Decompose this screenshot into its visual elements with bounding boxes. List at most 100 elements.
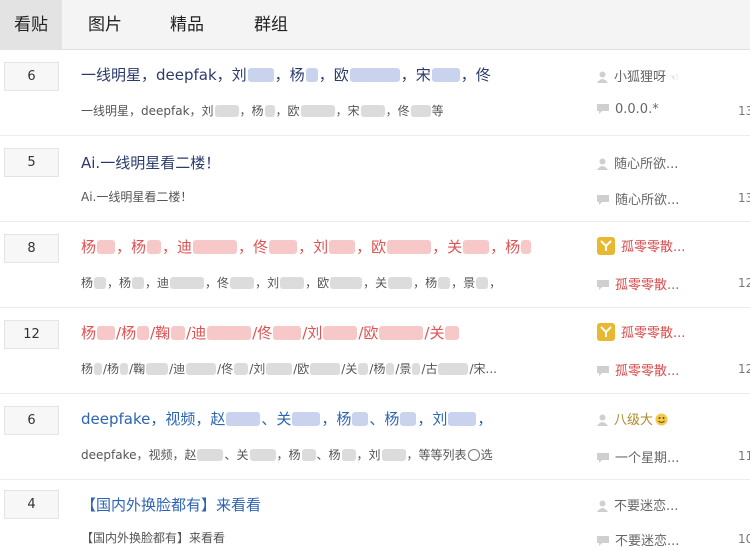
- title-text: /杨: [116, 324, 137, 342]
- title-text: deepfake，视频，赵: [81, 410, 226, 428]
- thread-author[interactable]: 孤零零散...: [597, 322, 685, 341]
- title-text: /鞠: [150, 324, 171, 342]
- title-text: ，佟: [238, 238, 269, 256]
- comment-icon: [597, 195, 609, 205]
- abstract-text: 等: [431, 104, 444, 118]
- blurred-name: [360, 105, 385, 117]
- title-text: ，: [477, 410, 493, 428]
- thread-title-link[interactable]: 杨 ，杨 ，迪 ，佟 ，刘 ，欧 ，关 ，杨: [81, 236, 532, 257]
- blurred-name: [170, 277, 205, 289]
- blurred-name: [341, 449, 356, 461]
- abstract-text: /鞠: [129, 362, 146, 376]
- title-text: /关: [424, 324, 445, 342]
- abstract-text: Ai.一线明星看二楼！: [81, 190, 193, 204]
- thread-author[interactable]: 小狐狸呀 ☜: [597, 66, 679, 85]
- blurred-name: [193, 240, 238, 254]
- thread-author[interactable]: 八级大: [597, 409, 668, 428]
- blurred-name: [521, 240, 532, 254]
- user-icon: [597, 414, 608, 426]
- blurred-name: [97, 240, 116, 254]
- thread-author[interactable]: 孤零零散...: [597, 236, 685, 255]
- blurred-name: [94, 363, 103, 375]
- blurred-name: [120, 363, 129, 375]
- last-reply-name: 孤零零散...: [615, 278, 680, 293]
- last-reply[interactable]: 孤零零散...: [597, 360, 679, 379]
- abstract-text: /古: [421, 362, 438, 376]
- thread-author[interactable]: 随心所欲...: [597, 153, 678, 172]
- thread-abstract: 杨 ，杨 ，迪 ，佟 ，刘 ，欧 ，关 ，杨 ，景 ，: [81, 274, 501, 291]
- abstract-text: ，景: [451, 276, 476, 290]
- comment-icon: [597, 104, 609, 114]
- author-name: 小狐狸呀: [614, 70, 667, 85]
- blurred-name: [448, 412, 477, 426]
- abstract-text: ，欧: [305, 276, 330, 290]
- reply-count: 4: [4, 490, 59, 519]
- blurred-name: [269, 240, 298, 254]
- abstract-text: 选: [480, 448, 493, 462]
- blurred-name: [197, 449, 224, 461]
- abstract-text: ，刘: [255, 276, 280, 290]
- abstract-text: 杨: [81, 362, 94, 376]
- tab-featured[interactable]: 精品: [162, 0, 212, 50]
- last-reply[interactable]: 随心所欲...: [597, 189, 679, 208]
- thread-title-link[interactable]: 【国内外换脸都有】来看看: [81, 494, 261, 515]
- last-reply[interactable]: 一个星期...: [597, 447, 679, 466]
- abstract-text: /迪: [169, 362, 186, 376]
- abstract-text: deepfake，视频，赵: [81, 448, 197, 462]
- title-text: 、关: [261, 410, 292, 428]
- blurred-name: [137, 326, 150, 340]
- title-text: ，杨: [321, 410, 352, 428]
- blurred-name: [292, 412, 321, 426]
- blurred-name: [438, 277, 451, 289]
- tab-posts[interactable]: 看贴: [0, 0, 62, 50]
- blurred-name: [207, 326, 252, 340]
- reply-date: 13: [738, 191, 750, 205]
- title-text: Ai.一线明星看二楼！: [81, 154, 221, 172]
- abstract-text: /宋...: [469, 362, 497, 376]
- tab-images[interactable]: 图片: [80, 0, 130, 50]
- blurred-name: [266, 363, 293, 375]
- blurred-name: [214, 105, 239, 117]
- blurred-name: [273, 326, 302, 340]
- abstract-text: /欧: [293, 362, 310, 376]
- user-icon: [597, 71, 608, 83]
- thread-title-link[interactable]: Ai.一线明星看二楼！: [81, 152, 220, 173]
- thread-title-link[interactable]: deepfake，视频，赵 、关 ，杨 、杨 ，刘 ，: [81, 408, 492, 429]
- reply-count: 12: [4, 320, 59, 349]
- title-text: ，刘: [298, 238, 329, 256]
- abstract-text: 【国内外换脸都有】来看看: [81, 531, 226, 545]
- blurred-name: [387, 240, 432, 254]
- abstract-text: ，迪: [145, 276, 170, 290]
- thread-list: 6 一线明星，deepfak，刘 ，杨 ，欧 ，宋 ，佟 一线明星，deepfak，刘，…: [0, 50, 750, 550]
- last-reply[interactable]: 0.0.0.*: [597, 102, 659, 117]
- reply-count: 8: [4, 234, 59, 263]
- abstract-text: ，杨: [107, 276, 132, 290]
- circled-ke-glyph: [467, 449, 480, 461]
- thread-row: 4 【国内外换脸都有】来看看 【国内外换脸都有】来看看 不要迷恋... 不要迷恋…: [0, 480, 750, 550]
- thread-abstract: deepfake，视频，赵 、关 ，杨 、杨 ，刘 ，等等列表选: [81, 446, 493, 463]
- blurred-name: [400, 412, 417, 426]
- blurred-name: [438, 363, 469, 375]
- thread-title-link[interactable]: 一线明星，deepfak，刘 ，杨 ，欧 ，宋 ，佟: [81, 64, 491, 85]
- reply-count: 5: [4, 148, 59, 177]
- tab-groups[interactable]: 群组: [246, 0, 296, 50]
- blurred-name: [97, 326, 116, 340]
- author-name: 不要迷恋...: [614, 499, 679, 514]
- title-text: 、杨: [369, 410, 400, 428]
- abstract-text: ，关: [363, 276, 388, 290]
- blurred-name: [247, 68, 274, 82]
- blurred-name: [249, 449, 276, 461]
- thread-author[interactable]: 不要迷恋...: [597, 495, 678, 514]
- thread-row: 6 deepfake，视频，赵 、关 ，杨 、杨 ，刘， deepfake，视频，赵 、关…: [0, 394, 750, 480]
- abstract-text: ，佟: [205, 276, 230, 290]
- thread-title-link[interactable]: 杨/杨/鞠/迪/佟/刘/欧/关: [81, 322, 460, 343]
- last-reply[interactable]: 孤零零散...: [597, 274, 679, 293]
- last-reply[interactable]: 不要迷恋...: [597, 530, 679, 549]
- blurred-name: [352, 412, 369, 426]
- blurred-name: [349, 68, 400, 82]
- abstract-text: ，杨: [276, 448, 301, 462]
- title-text: 杨: [81, 324, 97, 342]
- title-text: /佟: [252, 324, 273, 342]
- title-text: 杨: [81, 238, 97, 256]
- blurred-name: [301, 449, 316, 461]
